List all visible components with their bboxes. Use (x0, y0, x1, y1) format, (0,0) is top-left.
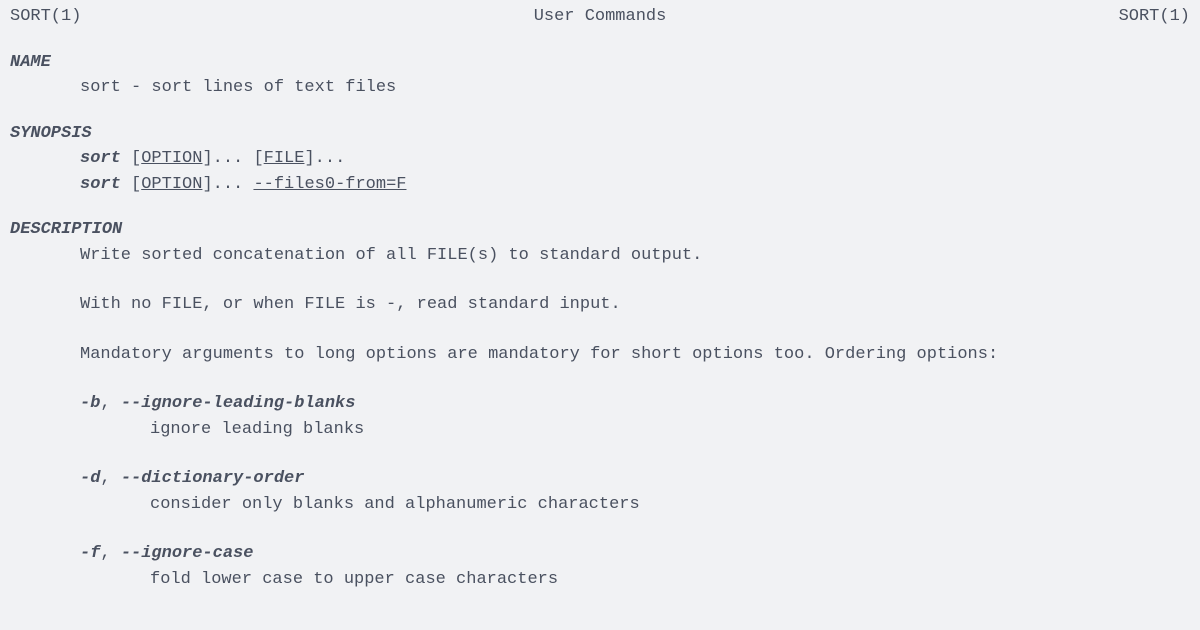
section-head-name: NAME (10, 50, 1190, 76)
man-page: SORT(1) User Commands SORT(1) NAME sort … (0, 0, 1200, 630)
header-left: SORT(1) (10, 4, 81, 30)
synopsis-text: ]... [ (202, 149, 263, 168)
option-block: -f, --ignore-case fold lower case to upp… (10, 541, 1190, 592)
synopsis-text: [ (121, 149, 141, 168)
option-block: -d, --dictionary-order consider only bla… (10, 466, 1190, 517)
option-sep: , (100, 544, 120, 563)
option-long-flag: --ignore-case (121, 544, 254, 563)
option-description: ignore leading blanks (150, 417, 1190, 443)
option-sep: , (100, 394, 120, 413)
synopsis-arg: OPTION (141, 149, 202, 168)
option-long-flag: --ignore-leading-blanks (121, 394, 356, 413)
option-block: -b, --ignore-leading-blanks ignore leadi… (10, 391, 1190, 442)
option-sep: , (100, 469, 120, 488)
option-description: consider only blanks and alphanumeric ch… (150, 492, 1190, 518)
synopsis-line-2: sort [OPTION]... --files0-from=F (80, 172, 1190, 198)
man-page-header: SORT(1) User Commands SORT(1) (10, 4, 1190, 30)
option-short-flag: -b (80, 394, 100, 413)
option-flags: -f, --ignore-case (80, 541, 1190, 567)
header-center: User Commands (534, 4, 667, 30)
synopsis-cmd: sort (80, 175, 121, 194)
section-head-description: DESCRIPTION (10, 217, 1190, 243)
name-text: sort - sort lines of text files (80, 75, 1190, 101)
option-short-flag: -f (80, 544, 100, 563)
synopsis-text: ]... (202, 175, 253, 194)
option-short-flag: -d (80, 469, 100, 488)
synopsis-line-1: sort [OPTION]... [FILE]... (80, 146, 1190, 172)
description-para: With no FILE, or when FILE is -, read st… (80, 292, 1190, 318)
option-flags: -b, --ignore-leading-blanks (80, 391, 1190, 417)
description-para: Mandatory arguments to long options are … (80, 342, 1190, 368)
synopsis-arg: --files0-from=F (253, 175, 406, 194)
synopsis-arg: OPTION (141, 175, 202, 194)
synopsis-text: [ (121, 175, 141, 194)
option-description: fold lower case to upper case characters (150, 567, 1190, 593)
synopsis-cmd: sort (80, 149, 121, 168)
description-para: Write sorted concatenation of all FILE(s… (80, 243, 1190, 269)
synopsis-arg: FILE (264, 149, 305, 168)
option-long-flag: --dictionary-order (121, 469, 305, 488)
synopsis-text: ]... (304, 149, 345, 168)
option-flags: -d, --dictionary-order (80, 466, 1190, 492)
header-right: SORT(1) (1119, 4, 1190, 30)
section-head-synopsis: SYNOPSIS (10, 121, 1190, 147)
